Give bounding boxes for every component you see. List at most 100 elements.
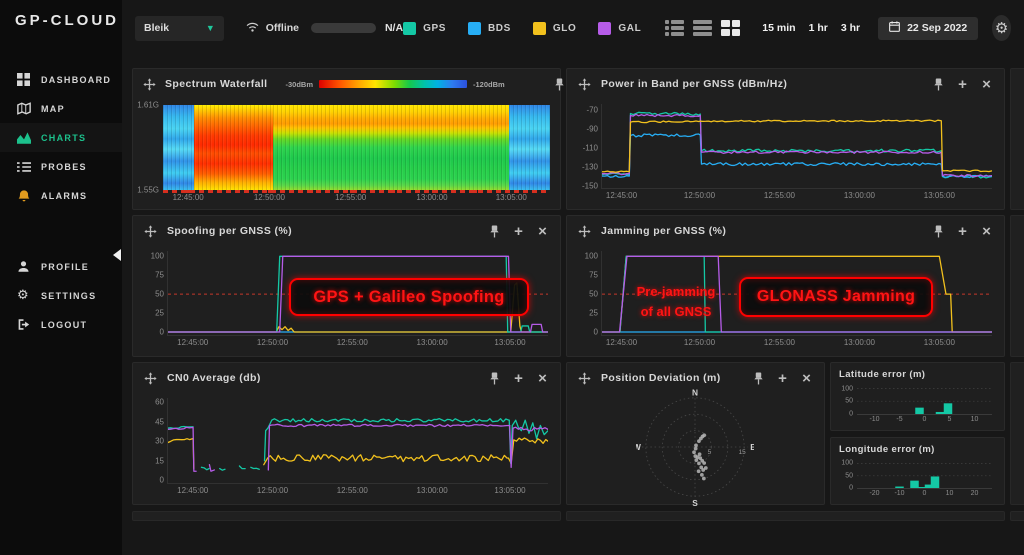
panel-title: Power in Band per GNSS (dBm/Hz)	[601, 78, 788, 90]
move-icon[interactable]	[143, 77, 156, 92]
add-icon[interactable]: +	[775, 371, 790, 386]
offline-slider[interactable]	[311, 23, 376, 33]
layout-rows-icon[interactable]	[693, 20, 713, 36]
jamming-annotation-box: GLONASS Jamming	[739, 277, 933, 317]
pin-icon[interactable]	[931, 77, 946, 92]
x-tick-label: 13:05:00	[494, 486, 526, 495]
series-line-glo	[168, 439, 194, 469]
range-1hr-button[interactable]: 1 hr	[809, 22, 828, 34]
move-icon[interactable]	[577, 77, 592, 92]
sidebar-item-profile[interactable]: PROFILE	[0, 252, 122, 281]
move-icon[interactable]	[577, 371, 592, 386]
add-icon[interactable]: +	[511, 371, 526, 386]
svg-text:E: E	[750, 441, 754, 451]
settings-gear-button[interactable]: ⚙	[992, 15, 1011, 41]
range-3hr-button[interactable]: 3 hr	[841, 22, 860, 34]
latitude-error-chart[interactable]: 100 50 0 -10 -5 0 5 10	[835, 383, 998, 428]
legend-chip-bds[interactable]: BDS	[467, 21, 511, 35]
position-deviation-chart[interactable]: N E S W 5 15	[573, 388, 816, 506]
series-line-glo	[264, 455, 509, 465]
close-icon[interactable]: ×	[535, 371, 550, 386]
x-tick-label: 13:05:00	[494, 338, 526, 347]
date-picker-button[interactable]: 22 Sep 2022	[878, 16, 979, 40]
pin-icon[interactable]	[554, 77, 565, 92]
date-value: 22 Sep 2022	[907, 22, 968, 34]
close-icon[interactable]: ×	[799, 371, 814, 386]
legend-chip-gps[interactable]: GPS	[403, 21, 446, 35]
panel-title: Jamming per GNSS (%)	[601, 225, 727, 237]
x-tick-label: 12:50:00	[256, 486, 289, 495]
add-icon[interactable]: +	[511, 224, 526, 239]
pin-icon[interactable]	[487, 224, 502, 239]
y-tick-label: -150	[581, 181, 598, 191]
offline-value: N/A	[384, 22, 404, 34]
pin-icon[interactable]	[931, 224, 946, 239]
charts-icon	[16, 130, 31, 145]
x-tick-label: -5	[896, 416, 903, 423]
pin-icon[interactable]	[751, 371, 766, 386]
wifi-icon	[246, 22, 259, 35]
x-tick-label: 13:00:00	[416, 486, 448, 495]
x-tick-label: -10	[894, 490, 905, 497]
waterfall-segment	[163, 105, 194, 190]
panel-jamming: Jamming per GNSS (%) + × 100 75 50 25 0 12:45…	[566, 215, 1005, 357]
map-icon	[16, 101, 31, 116]
move-icon[interactable]	[143, 224, 158, 239]
sidebar: GP-CLOUD DASHBOARD MAP CHARTS PROBES ALA…	[0, 0, 122, 555]
add-icon[interactable]: +	[955, 224, 970, 239]
x-tick-label: 12:55:00	[335, 193, 367, 202]
colorbar-max-label: -120dBm	[473, 79, 505, 89]
power-in-band-chart[interactable]: -70 -90 -110 -130 -150 12:45:00 12:50:00 12:55:…	[573, 99, 996, 205]
x-tick-label: 10	[945, 490, 954, 497]
sidebar-item-alarms[interactable]: ALARMS	[0, 181, 122, 210]
sidebar-item-charts[interactable]: CHARTS	[0, 123, 122, 152]
y-tick-label: 45	[155, 417, 164, 427]
x-tick-label: 12:50:00	[256, 338, 289, 347]
waterfall-segment	[193, 105, 274, 190]
layout-switcher	[665, 20, 741, 36]
sidebar-item-map[interactable]: MAP	[0, 94, 122, 123]
sidebar-collapse-arrow-icon[interactable]	[113, 249, 121, 261]
panel-header: Jamming per GNSS (%) + ×	[567, 216, 1004, 246]
panel-title: Spectrum Waterfall	[165, 78, 268, 90]
layout-list-icon[interactable]	[665, 20, 685, 36]
gear-icon: ⚙	[17, 288, 30, 303]
sidebar-item-label: ALARMS	[41, 190, 88, 201]
sidebar-item-probes[interactable]: PROBES	[0, 152, 122, 181]
x-tick-label: 0	[922, 490, 927, 497]
close-icon[interactable]: ×	[979, 224, 994, 239]
legend-chip-glo[interactable]: GLO	[532, 21, 576, 35]
panel-header: Power in Band per GNSS (dBm/Hz) + ×	[567, 69, 1004, 99]
spectrum-waterfall-chart[interactable]: 1.61G 1.55G 12:45:00 12:50:00 12:55:00 13:00:…	[137, 99, 552, 205]
layout-grid-icon[interactable]	[721, 20, 741, 36]
x-tick-label: 12:45:00	[605, 338, 638, 347]
svg-text:15: 15	[738, 448, 746, 455]
sidebar-item-dashboard[interactable]: DASHBOARD	[0, 65, 122, 94]
offline-label: Offline	[265, 22, 299, 34]
series-line-gal	[209, 465, 214, 472]
close-icon[interactable]: ×	[535, 224, 550, 239]
legend-chip-gal[interactable]: GAL	[598, 21, 641, 35]
sidebar-item-settings[interactable]: ⚙ SETTINGS	[0, 281, 122, 310]
svg-text:N: N	[691, 388, 697, 397]
pin-icon[interactable]	[487, 371, 502, 386]
cn0-average-chart[interactable]: 60 45 30 15 0 12:45:00 12:50:00 12:55:00 13:00:0…	[139, 393, 552, 500]
panel-header: CN0 Average (db) + ×	[133, 363, 560, 393]
sidebar-item-logout[interactable]: LOGOUT	[0, 310, 122, 339]
move-icon[interactable]	[577, 224, 592, 239]
move-icon[interactable]	[143, 371, 158, 386]
station-select[interactable]: Bleik ▼	[135, 15, 224, 41]
topbar: Bleik ▼ Offline N/A GPS BDS GLO GAL 15 m…	[122, 0, 1024, 56]
series-line-gps	[201, 467, 209, 469]
sidebar-item-label: DASHBOARD	[41, 74, 112, 85]
close-icon[interactable]: ×	[979, 77, 994, 92]
panel-title: Latitude error (m)	[839, 369, 926, 380]
dashboard-icon	[16, 72, 31, 87]
legend-label: GPS	[423, 22, 446, 34]
x-tick-label: 12:55:00	[763, 191, 796, 200]
add-icon[interactable]: +	[955, 77, 970, 92]
panel-stub	[1010, 511, 1024, 521]
range-15min-button[interactable]: 15 min	[762, 22, 795, 34]
y-tick-label: 100	[584, 251, 598, 261]
longitude-error-chart[interactable]: 100 50 0 -20 -10 0 10 20	[835, 458, 998, 502]
